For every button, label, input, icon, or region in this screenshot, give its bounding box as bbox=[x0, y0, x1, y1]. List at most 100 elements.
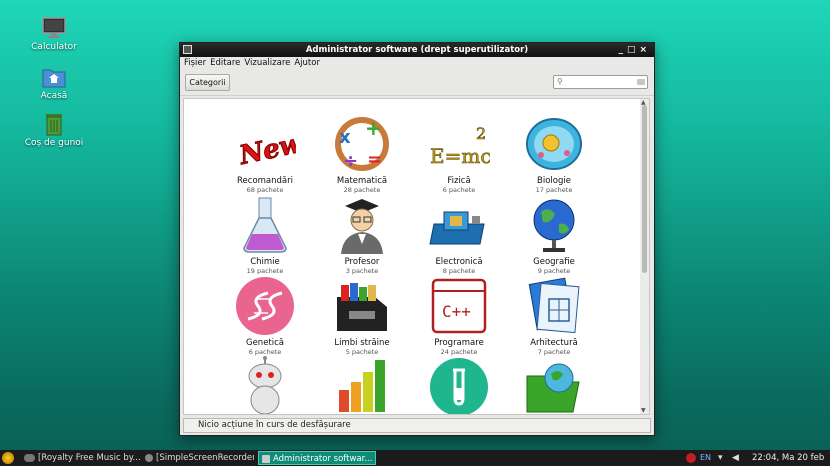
toolbar: Categorii ⚲ bbox=[180, 70, 654, 96]
clock[interactable]: 22:04, Ma 20 feb bbox=[752, 450, 824, 466]
svg-text:2: 2 bbox=[476, 124, 486, 143]
language-indicator[interactable]: EN bbox=[700, 450, 711, 466]
recorder-icon[interactable] bbox=[686, 453, 696, 463]
category-count: 6 pachete bbox=[442, 186, 476, 194]
professor-icon bbox=[331, 194, 393, 256]
category-statistics[interactable] bbox=[317, 356, 407, 414]
menu-view[interactable]: Vizualizare bbox=[244, 58, 290, 68]
robot-icon bbox=[234, 356, 296, 414]
category-label: Genetică bbox=[245, 338, 284, 348]
category-count: 19 pachete bbox=[246, 267, 284, 275]
minimize-button[interactable]: _ bbox=[618, 45, 627, 55]
category-architecture[interactable]: Arhitectură 7 pachete bbox=[509, 275, 599, 356]
task-icon bbox=[27, 454, 35, 462]
category-lab[interactable] bbox=[414, 356, 504, 414]
category-label: Profesor bbox=[344, 257, 380, 267]
menubar: Fișier Editare Vizualizare Ajutor bbox=[180, 57, 654, 70]
desktop-icon-label: Calculator bbox=[31, 42, 77, 52]
menu-help[interactable]: Ajutor bbox=[294, 58, 320, 68]
file-box-icon bbox=[331, 275, 393, 337]
menu-edit[interactable]: Editare bbox=[210, 58, 240, 68]
svg-text:x: x bbox=[339, 127, 351, 148]
flask-icon bbox=[234, 194, 296, 256]
category-label: Geografie bbox=[533, 257, 575, 267]
svg-text:C++: C++ bbox=[442, 302, 471, 321]
clear-search-icon[interactable] bbox=[637, 79, 645, 85]
emc2-icon: E=mc 2 bbox=[428, 113, 492, 175]
category-languages[interactable]: Limbi străine 5 pachete bbox=[317, 275, 407, 356]
search-icon: ⚲ bbox=[557, 77, 563, 86]
category-label: Electronică bbox=[435, 257, 483, 267]
category-internet[interactable] bbox=[509, 356, 599, 414]
task-label: Administrator softwar... bbox=[273, 454, 373, 464]
category-label: Limbi străine bbox=[334, 338, 390, 348]
maximize-button[interactable]: □ bbox=[627, 45, 640, 55]
globe-folder-icon bbox=[523, 356, 585, 414]
software-manager-window: Administrator software (drept superutili… bbox=[179, 42, 655, 436]
desktop-icon-trash[interactable]: Coș de gunoi bbox=[18, 112, 90, 148]
category-teacher[interactable]: Profesor 3 pachete bbox=[317, 194, 407, 275]
start-menu-icon[interactable] bbox=[2, 452, 14, 464]
category-programming[interactable]: C++ Programare 24 pachete bbox=[414, 275, 504, 356]
category-count: 24 pachete bbox=[440, 348, 478, 356]
desktop-icon-label: Acasă bbox=[40, 91, 68, 101]
task-label: [SimpleScreenRecorder] bbox=[156, 453, 254, 463]
category-recommendations[interactable]: New! Recomandări 68 pachete bbox=[220, 113, 316, 194]
category-count: 7 pachete bbox=[537, 348, 571, 356]
svg-text:=: = bbox=[367, 149, 382, 170]
category-label: Matematică bbox=[336, 176, 388, 186]
category-robotics[interactable] bbox=[220, 356, 310, 414]
svg-text:E=mc: E=mc bbox=[430, 144, 490, 168]
task-icon bbox=[145, 454, 153, 462]
test-tube-icon bbox=[428, 356, 490, 414]
window-title: Administrator software (drept superutili… bbox=[305, 45, 529, 55]
category-chemistry[interactable]: Chimie 19 pachete bbox=[220, 194, 310, 275]
category-label: Programare bbox=[434, 338, 484, 348]
scrollbar-thumb[interactable] bbox=[642, 105, 647, 273]
cpp-icon: C++ bbox=[428, 275, 490, 337]
search-input[interactable]: ⚲ bbox=[553, 75, 648, 89]
cell-icon bbox=[523, 113, 585, 175]
category-genetics[interactable]: Genetică 6 pachete bbox=[220, 275, 310, 356]
menu-file[interactable]: Fișier bbox=[184, 58, 206, 68]
svg-text:+: + bbox=[365, 116, 382, 140]
task-software-manager[interactable]: Administrator softwar... bbox=[258, 451, 376, 465]
category-biology[interactable]: Biologie 17 pachete bbox=[509, 113, 599, 194]
task-music[interactable]: [Royalty Free Music by... bbox=[24, 451, 140, 465]
volume-icon[interactable]: ◀ bbox=[732, 450, 739, 466]
close-button[interactable]: × bbox=[639, 45, 651, 55]
desktop-icon-home[interactable]: Acasă bbox=[18, 65, 90, 101]
monitor-icon bbox=[41, 16, 67, 40]
category-label: Fizică bbox=[447, 176, 471, 186]
window-titlebar[interactable]: Administrator software (drept superutili… bbox=[180, 43, 654, 57]
math-symbols-icon: x + ÷ = bbox=[331, 113, 393, 175]
desktop-icon-label: Coș de gunoi bbox=[24, 138, 84, 148]
category-count: 68 pachete bbox=[246, 186, 284, 194]
network-icon[interactable]: ▾ bbox=[718, 450, 723, 466]
category-physics[interactable]: E=mc 2 Fizică 6 pachete bbox=[414, 113, 504, 194]
category-count: 8 pachete bbox=[442, 267, 476, 275]
category-label: Arhitectură bbox=[530, 338, 578, 348]
category-math[interactable]: x + ÷ = Matematică 28 pachete bbox=[317, 113, 407, 194]
bar-chart-icon bbox=[331, 356, 393, 414]
category-grid: New! Recomandări 68 pachete x + ÷ = Matemat… bbox=[183, 98, 650, 415]
category-count: 9 pachete bbox=[537, 267, 571, 275]
new-badge-icon: New! bbox=[234, 113, 316, 175]
category-count: 3 pachete bbox=[345, 267, 379, 275]
app-icon bbox=[183, 45, 192, 54]
desktop-icon-calculator[interactable]: Calculator bbox=[18, 16, 90, 52]
categories-button[interactable]: Categorii bbox=[185, 74, 230, 91]
category-count: 17 pachete bbox=[535, 186, 573, 194]
globe-icon bbox=[523, 194, 585, 256]
category-count: 28 pachete bbox=[343, 186, 381, 194]
category-electronics[interactable]: Electronică 8 pachete bbox=[414, 194, 504, 275]
category-label: Chimie bbox=[250, 257, 280, 267]
svg-text:÷: ÷ bbox=[343, 151, 358, 172]
task-recorder[interactable]: [SimpleScreenRecorder] bbox=[142, 451, 254, 465]
circuit-board-icon bbox=[428, 194, 490, 256]
scroll-down-icon[interactable]: ▼ bbox=[641, 407, 646, 414]
status-bar: Nicio acțiune în curs de desfășurare bbox=[183, 418, 651, 433]
vertical-scrollbar[interactable]: ▲ ▼ bbox=[640, 99, 649, 414]
home-folder-icon bbox=[41, 65, 67, 89]
category-geography[interactable]: Geografie 9 pachete bbox=[509, 194, 599, 275]
